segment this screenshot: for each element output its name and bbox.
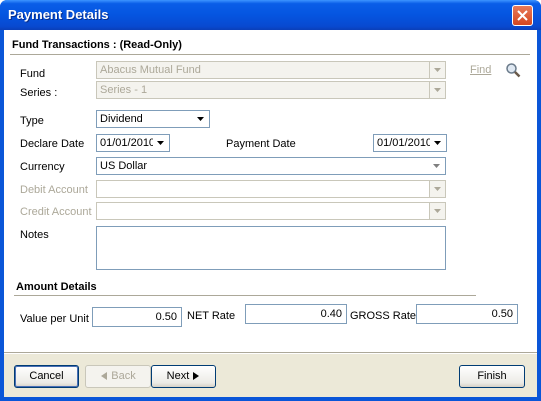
fund-value: Abacus Mutual Fund (100, 64, 201, 76)
value-per-unit-label: Value per Unit (20, 313, 89, 325)
net-rate-input[interactable]: 0.40 (245, 304, 347, 324)
arrow-left-icon (101, 372, 108, 381)
declare-date-picker[interactable]: 01/01/2010 (96, 134, 170, 152)
form-panel: Fund Transactions : (Read-Only) Fund Aba… (4, 30, 537, 352)
notes-textarea[interactable] (96, 226, 446, 270)
chevron-down-icon (434, 88, 441, 92)
currency-value: US Dollar (100, 160, 148, 172)
section-divider (10, 54, 530, 55)
currency-label: Currency (20, 161, 65, 173)
cancel-button[interactable]: Cancel (14, 365, 79, 388)
gross-rate-label: GROSS Rate (350, 310, 417, 322)
payment-date-dropdown-button[interactable] (430, 135, 446, 151)
notes-label: Notes (20, 229, 49, 241)
finish-button[interactable]: Finish (459, 365, 525, 388)
declare-date-label: Declare Date (20, 138, 85, 150)
back-button[interactable]: Back (85, 365, 151, 388)
series-label: Series : (20, 87, 58, 99)
declare-date-value: 01/01/2010 (100, 137, 156, 149)
type-dropdown-button[interactable] (193, 111, 209, 127)
payment-date-label: Payment Date (226, 138, 296, 150)
fund-dropdown-button[interactable] (429, 62, 445, 78)
next-button[interactable]: Next (151, 365, 216, 388)
chevron-down-icon (157, 141, 164, 145)
credit-account-label: Credit Account (20, 206, 92, 218)
fund-label: Fund (20, 68, 46, 80)
series-dropdown-button[interactable] (429, 82, 445, 98)
magnifier-icon[interactable] (505, 62, 521, 78)
dialog-body: Fund Transactions : (Read-Only) Fund Aba… (4, 30, 537, 397)
chevron-down-icon (434, 141, 441, 145)
back-button-label: Back (111, 370, 136, 382)
chevron-down-icon (434, 68, 441, 72)
close-icon (517, 10, 528, 21)
gross-rate-input[interactable]: 0.50 (416, 304, 518, 324)
chevron-down-icon (434, 187, 441, 191)
finish-button-label: Finish (477, 370, 507, 382)
series-select[interactable]: Series - 1 (96, 81, 446, 99)
fund-section-title: Fund Transactions : (Read-Only) (12, 39, 182, 51)
arrow-right-icon (193, 372, 200, 381)
chevron-down-icon (197, 117, 204, 121)
value-per-unit-input[interactable]: 0.50 (92, 307, 182, 327)
section-divider (14, 295, 476, 296)
find-link[interactable]: Find (470, 64, 491, 76)
find-link-text: Find (470, 64, 492, 76)
credit-account-dropdown-button[interactable] (429, 203, 445, 219)
fund-select[interactable]: Abacus Mutual Fund (96, 61, 446, 79)
debit-account-dropdown-button[interactable] (429, 181, 445, 197)
next-button-label: Next (166, 370, 190, 382)
debit-account-label: Debit Account (20, 184, 88, 196)
window-title: Payment Details (8, 7, 109, 22)
declare-date-dropdown-button[interactable] (153, 135, 169, 151)
payment-details-window: Payment Details Fund Transactions : (Rea… (0, 0, 541, 401)
chevron-down-icon (434, 209, 441, 213)
title-bar: Payment Details (0, 0, 541, 30)
credit-account-select[interactable] (96, 202, 446, 220)
amount-section-title: Amount Details (16, 281, 97, 293)
payment-date-picker[interactable]: 01/01/2010 (373, 134, 447, 152)
close-button[interactable] (512, 5, 533, 26)
payment-date-value: 01/01/2010 (377, 137, 433, 149)
currency-dropdown-button[interactable] (429, 158, 445, 174)
series-value: Series - 1 (100, 84, 148, 96)
net-rate-label: NET Rate (187, 310, 236, 322)
chevron-down-icon (433, 164, 440, 168)
currency-select[interactable]: US Dollar (96, 157, 446, 175)
debit-account-select[interactable] (96, 180, 446, 198)
type-label: Type (20, 115, 44, 127)
cancel-button-label: Cancel (29, 370, 64, 382)
type-value: Dividend (100, 113, 143, 125)
type-select[interactable]: Dividend (96, 110, 210, 128)
button-bar-divider-highlight (4, 353, 537, 354)
